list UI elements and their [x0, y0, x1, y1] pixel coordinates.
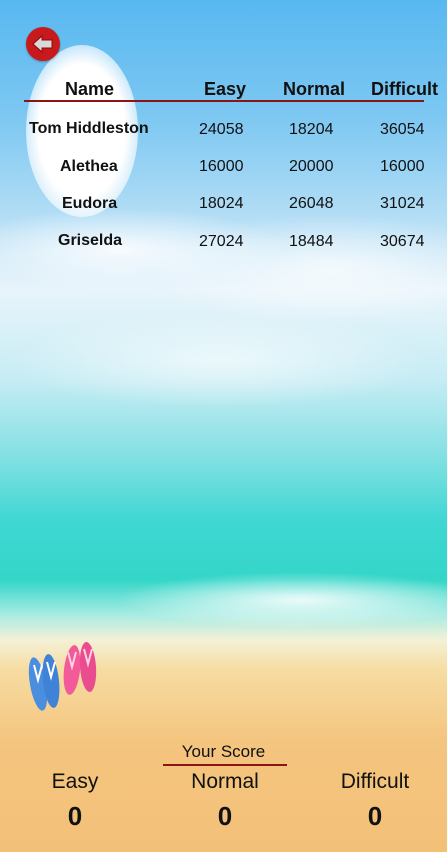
back-arrow-icon — [32, 34, 53, 54]
row-normal: 18484 — [289, 233, 334, 250]
flip-flops-icon — [28, 642, 97, 711]
header-difficult: Difficult — [371, 79, 438, 99]
header-easy: Easy — [204, 79, 247, 99]
row-normal: 26048 — [289, 195, 334, 212]
row-normal: 18204 — [289, 121, 334, 138]
row-easy: 24058 — [199, 121, 244, 138]
score-value-difficult: 0 — [367, 801, 383, 831]
score-value-normal: 0 — [217, 801, 233, 831]
score-value-easy: 0 — [67, 801, 83, 831]
row-difficult: 30674 — [380, 233, 425, 250]
your-score-title: Your Score — [181, 742, 266, 761]
row-name: Tom Hiddleston — [29, 120, 149, 137]
header-divider — [24, 100, 424, 102]
header-normal: Normal — [283, 79, 346, 99]
row-difficult: 36054 — [380, 121, 425, 138]
row-easy: 16000 — [199, 158, 244, 175]
row-normal: 20000 — [289, 158, 334, 175]
row-easy: 18024 — [199, 195, 244, 212]
score-label-normal: Normal — [191, 770, 259, 793]
back-button[interactable] — [26, 27, 60, 61]
row-difficult: 31024 — [380, 195, 425, 212]
row-name: Eudora — [62, 195, 118, 212]
row-difficult: 16000 — [380, 158, 425, 175]
row-name: Alethea — [60, 158, 118, 175]
row-name: Griselda — [58, 232, 123, 249]
score-label-easy: Easy — [51, 770, 99, 793]
row-easy: 27024 — [199, 233, 244, 250]
header-name: Name — [65, 79, 115, 99]
score-label-difficult: Difficult — [340, 770, 410, 793]
your-score-divider — [163, 764, 287, 766]
